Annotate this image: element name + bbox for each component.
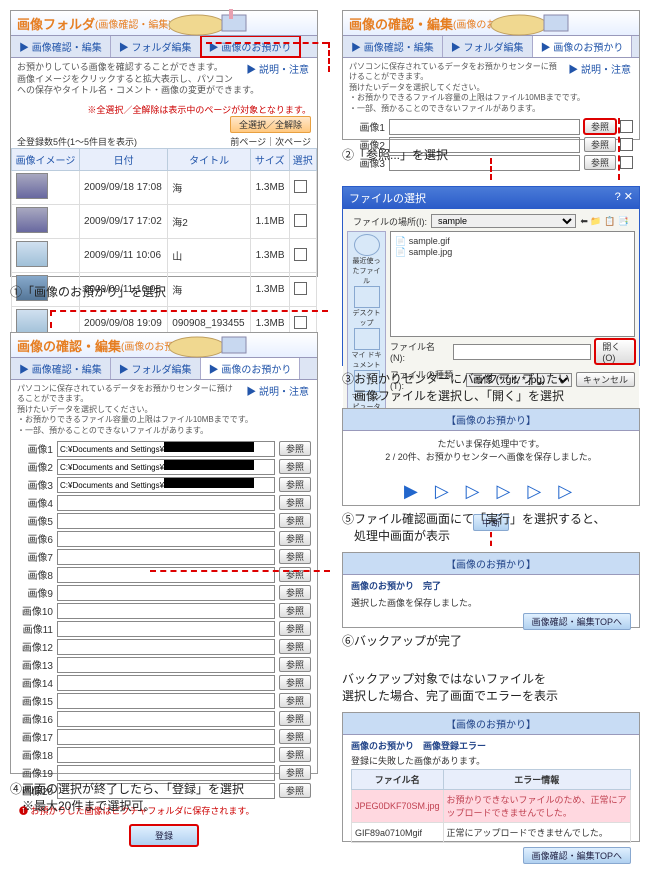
file-input[interactable]: C:¥Documents and Settings¥ [57,477,275,493]
btn-select-all[interactable]: 全選択／全解除 [230,116,311,133]
caption-1: ①「画像のお預かり」を選択 [10,283,166,300]
file-input[interactable] [57,549,275,565]
file-input-1[interactable] [389,119,580,135]
btn-register[interactable]: 登録 [130,825,198,846]
btn-browse[interactable]: 参照 [279,531,311,546]
btn-browse[interactable]: 参照 [279,711,311,726]
file-input[interactable]: C:¥Documents and Settings¥ [57,459,275,475]
caption-2: ②「参照...」を選択 [342,146,448,163]
select-hint: ※全選択／全解除は表示中のページが対象となります。 [87,105,311,115]
tab-confirm-edit[interactable]: ▶ 画像確認・編集 [11,36,111,57]
panel-confirm-deposit: 画像の確認・編集(画像のお預かり) ▶ 画像確認・編集 ▶ フォルダ編集 ▶ 画… [342,10,640,140]
file-input[interactable] [57,495,275,511]
progress-icon: ▶ ▷ ▷ ▷ ▷ ▷ [343,469,639,514]
btn-browse[interactable]: 参照 [279,495,311,510]
file-input[interactable]: C:¥Documents and Settings¥ [57,441,275,457]
btn-browse[interactable]: 参照 [279,657,311,672]
btn-browse[interactable]: 参照 [279,603,311,618]
btn-browse-1[interactable]: 参照 [584,119,616,134]
file-input[interactable] [57,531,275,547]
btn-browse[interactable]: 参照 [279,765,311,780]
btn-browse[interactable]: 参照 [279,675,311,690]
btn-browse[interactable]: 参照 [279,783,311,798]
table-row: 2009/09/18 17:08海1.3MB [12,171,317,205]
file-input[interactable] [57,513,275,529]
panel-error: 【画像のお預かり】 画像のお預かり 画像登録エラー 登録に失敗した画像があります… [342,712,640,842]
pager[interactable]: 前ページ｜次ページ [230,135,311,148]
panel-image-folder: 画像フォルダ(画像確認・編集) ▶ 画像確認・編集 ▶ フォルダ編集 ▶ 画像の… [10,10,318,277]
caption-6: ⑥バックアップが完了 [342,632,462,649]
progress-band: 【画像のお預かり】 [343,409,639,431]
dialog-title: ファイルの選択 [349,190,426,206]
panel1-subtitle: (画像確認・編集) [95,16,172,31]
file-input[interactable] [57,621,275,637]
file-input[interactable] [57,639,275,655]
error-table: ファイル名エラー情報 JPEG0DKF70SM.jpgお預かりできないファイルの… [351,769,631,843]
panel-progress: 【画像のお預かり】 ただいま保存処理中です。 2 / 20件、お預かりセンターへ… [342,408,640,506]
file-input[interactable] [57,693,275,709]
btn-browse[interactable]: 参照 [279,639,311,654]
btn-browse[interactable]: 参照 [279,459,311,474]
panel-deposit-form: 画像の確認・編集(画像のお預かり) ▶ 画像確認・編集▶ フォルダ編集▶ 画像の… [10,332,318,774]
help-link[interactable]: ▶ 説明・注意 [238,58,317,79]
btn-browse[interactable]: 参照 [279,549,311,564]
file-input[interactable] [57,585,275,601]
btn-browse[interactable]: 参照 [279,729,311,744]
image-table: 画像イメージ日付タイトルサイズ選択 2009/09/18 17:08海1.3MB… [11,148,317,341]
file-input[interactable] [57,675,275,691]
checkbox[interactable] [294,180,307,193]
dialog-controls[interactable]: ? ✕ [615,190,633,206]
btn-browse[interactable]: 参照 [279,477,311,492]
btn-browse[interactable]: 参照 [279,747,311,762]
btn-browse[interactable]: 参照 [279,585,311,600]
btn-browse[interactable]: 参照 [279,621,311,636]
file-dialog: ファイルの選択? ✕ ファイルの場所(I):sample⬅ 📁 📋 📑 最近使っ… [342,186,640,366]
file-item[interactable]: 📄 sample.gif [395,236,630,247]
caption-7: バックアップ対象ではないファイルを 選択した場合、完了画面でエラーを表示 [342,670,558,704]
btn-browse[interactable]: 参照 [279,513,311,528]
btn-browse[interactable]: 参照 [279,693,311,708]
file-input[interactable] [57,711,275,727]
file-item[interactable]: 📄 sample.jpg [395,247,630,258]
caption-3: ③お預かりセンターにバックアップしたい 画像ファイルを選択し、「開く」を選択 [342,370,570,404]
btn-open[interactable]: 開く(O) [595,339,635,364]
caption-4: ④画面の選択が終了したら、「登録」を選択 ※最大20件まで選択可。 [10,780,244,814]
btn-browse[interactable]: 参照 [279,441,311,456]
location-select[interactable]: sample [431,214,576,228]
file-input[interactable] [57,729,275,745]
count-text: 全登録数5件(1〜5件目を表示) [17,135,137,148]
panel-complete: 【画像のお預かり】 画像のお預かり 完了 選択した画像を保存しました。 画像確認… [342,552,640,628]
caption-5: ⑤ファイル確認画面にて「実行」を選択すると、 処理中画面が表示 [342,510,606,544]
table-row: 2009/09/17 17:02海21.1MB [12,205,317,239]
filename-input[interactable] [453,344,591,360]
btn-to-top[interactable]: 画像確認・編集TOPへ [523,847,631,864]
file-input[interactable] [57,765,275,781]
file-input[interactable] [57,657,275,673]
file-input[interactable] [57,603,275,619]
btn-cancel[interactable]: キャンセル [576,372,635,387]
table-row: 2009/09/11 10:06山1.3MB [12,239,317,273]
file-input[interactable] [57,747,275,763]
btn-to-top[interactable]: 画像確認・編集TOPへ [523,613,631,630]
panel1-title: 画像フォルダ [17,14,95,33]
